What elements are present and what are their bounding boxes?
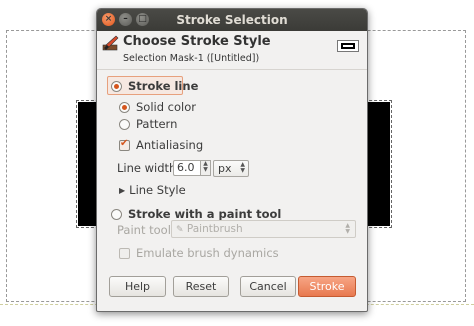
antialiasing-option[interactable]: Antialiasing	[119, 138, 203, 152]
antialiasing-checkbox[interactable]	[119, 138, 130, 151]
expander-arrow-icon[interactable]: ▶	[119, 186, 125, 195]
pattern-radio[interactable]	[119, 118, 130, 130]
chevron-updown-icon: ▲ ▼	[240, 161, 245, 174]
dialog-button-bar: Help Reset Cancel Stroke	[97, 276, 367, 302]
header-title: Choose Stroke Style	[123, 34, 271, 49]
stroke-preview-icon	[337, 40, 359, 52]
line-style-label: Line Style	[129, 183, 186, 197]
solid-color-radio[interactable]	[119, 101, 130, 113]
paint-tool-radio[interactable]	[111, 208, 122, 220]
dialog-header: Choose Stroke Style Selection Mask-1 ([U…	[97, 31, 367, 70]
emulate-dynamics-option[interactable]: Emulate brush dynamics	[119, 246, 279, 260]
paint-tool-row: Paint tool:	[117, 223, 175, 237]
chevron-updown-icon: ▲ ▼	[345, 222, 350, 235]
dialog-title: Stroke Selection	[176, 13, 288, 27]
paintbrush-icon	[102, 35, 119, 51]
line-width-unit-select[interactable]: px ▲ ▼	[213, 160, 249, 177]
unit-value: px	[218, 162, 232, 175]
header-subtitle: Selection Mask-1 ([Untitled])	[123, 53, 260, 64]
paint-tool-option[interactable]: Stroke with a paint tool	[111, 207, 281, 221]
stroke-line-label: Stroke line	[128, 79, 199, 93]
help-button[interactable]: Help	[109, 276, 166, 297]
reset-button[interactable]: Reset	[173, 276, 229, 297]
solid-color-label: Solid color	[136, 100, 196, 114]
pattern-option[interactable]: Pattern	[119, 117, 177, 131]
cancel-button[interactable]: Cancel	[240, 276, 296, 297]
line-width-row: Line width:	[117, 161, 180, 175]
stroke-button[interactable]: Stroke	[298, 276, 356, 297]
paint-tool-option-label: Stroke with a paint tool	[128, 207, 282, 221]
line-width-label: Line width:	[117, 161, 181, 175]
pattern-label: Pattern	[136, 117, 178, 131]
emulate-dynamics-label: Emulate brush dynamics	[136, 246, 279, 260]
paint-tool-value: Paintbrush	[186, 223, 243, 235]
paint-tool-select[interactable]: ✎ Paintbrush ▲ ▼	[171, 220, 356, 238]
emulate-dynamics-checkbox[interactable]	[119, 247, 130, 259]
stroke-line-radio[interactable]	[111, 80, 122, 92]
paintbrush-small-icon: ✎	[176, 225, 184, 235]
line-style-expander[interactable]: ▶ Line Style	[119, 183, 186, 197]
line-width-stepper[interactable]: ▲ ▼	[200, 160, 211, 176]
stroke-selection-dialog: × – □ Stroke Selection Choose Stroke Sty…	[96, 8, 368, 312]
stroke-line-option[interactable]: Stroke line	[111, 79, 198, 93]
dialog-titlebar: × – □ Stroke Selection	[97, 9, 367, 31]
solid-color-option[interactable]: Solid color	[119, 100, 196, 114]
paint-tool-label: Paint tool:	[117, 223, 175, 237]
antialiasing-label: Antialiasing	[136, 138, 204, 152]
